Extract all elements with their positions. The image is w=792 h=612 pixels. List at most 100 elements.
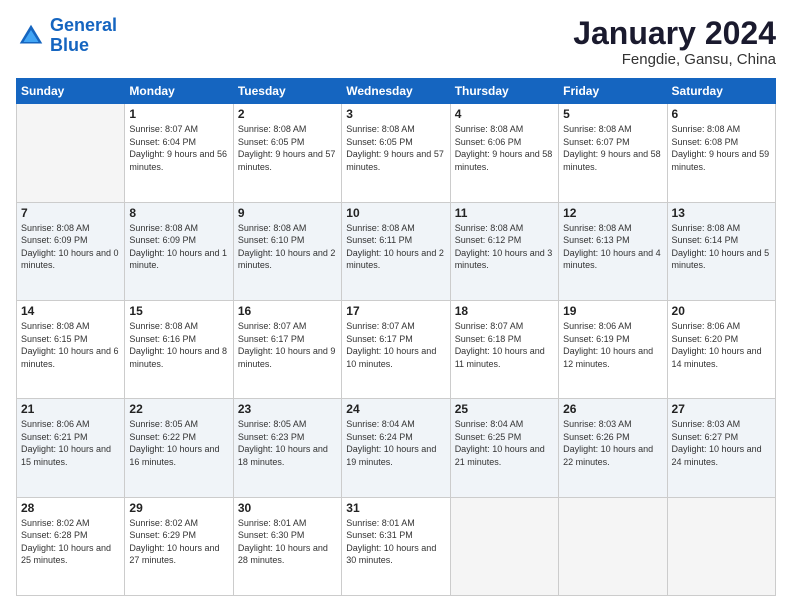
- day-number: 3: [346, 107, 445, 121]
- day-number: 24: [346, 402, 445, 416]
- logo-icon: [16, 21, 46, 51]
- col-saturday: Saturday: [667, 79, 775, 104]
- day-number: 26: [563, 402, 662, 416]
- day-info: Sunrise: 8:05 AMSunset: 6:23 PMDaylight:…: [238, 418, 337, 468]
- day-number: 16: [238, 304, 337, 318]
- logo-text: General Blue: [50, 16, 117, 56]
- day-info: Sunrise: 8:07 AMSunset: 6:04 PMDaylight:…: [129, 123, 228, 173]
- col-sunday: Sunday: [17, 79, 125, 104]
- day-number: 28: [21, 501, 120, 515]
- day-info: Sunrise: 8:08 AMSunset: 6:07 PMDaylight:…: [563, 123, 662, 173]
- day-info: Sunrise: 8:08 AMSunset: 6:12 PMDaylight:…: [455, 222, 554, 272]
- day-info: Sunrise: 8:08 AMSunset: 6:14 PMDaylight:…: [672, 222, 771, 272]
- day-info: Sunrise: 8:01 AMSunset: 6:31 PMDaylight:…: [346, 517, 445, 567]
- day-info: Sunrise: 8:08 AMSunset: 6:06 PMDaylight:…: [455, 123, 554, 173]
- day-info: Sunrise: 8:02 AMSunset: 6:29 PMDaylight:…: [129, 517, 228, 567]
- day-number: 5: [563, 107, 662, 121]
- page: General Blue January 2024 Fengdie, Gansu…: [0, 0, 792, 612]
- cell-w1-d2: 2 Sunrise: 8:08 AMSunset: 6:05 PMDaylight…: [233, 104, 341, 202]
- cell-w3-d5: 19 Sunrise: 8:06 AMSunset: 6:19 PMDayligh…: [559, 300, 667, 398]
- day-info: Sunrise: 8:07 AMSunset: 6:17 PMDaylight:…: [238, 320, 337, 370]
- day-number: 11: [455, 206, 554, 220]
- week-row-1: 1 Sunrise: 8:07 AMSunset: 6:04 PMDaylight…: [17, 104, 776, 202]
- cell-w3-d6: 20 Sunrise: 8:06 AMSunset: 6:20 PMDayligh…: [667, 300, 775, 398]
- day-number: 31: [346, 501, 445, 515]
- day-number: 2: [238, 107, 337, 121]
- cell-w5-d4: [450, 497, 558, 595]
- day-info: Sunrise: 8:08 AMSunset: 6:11 PMDaylight:…: [346, 222, 445, 272]
- cell-w4-d4: 25Sunrise: 8:04 AMSunset: 6:25 PMDayligh…: [450, 399, 558, 497]
- day-info: Sunrise: 8:05 AMSunset: 6:22 PMDaylight:…: [129, 418, 228, 468]
- day-number: 10: [346, 206, 445, 220]
- day-info: Sunrise: 8:06 AMSunset: 6:20 PMDaylight:…: [672, 320, 771, 370]
- day-info: Sunrise: 8:01 AMSunset: 6:30 PMDaylight:…: [238, 517, 337, 567]
- day-number: 21: [21, 402, 120, 416]
- day-number: 9: [238, 206, 337, 220]
- day-number: 15: [129, 304, 228, 318]
- cell-w4-d0: 21Sunrise: 8:06 AMSunset: 6:21 PMDayligh…: [17, 399, 125, 497]
- day-info: Sunrise: 8:08 AMSunset: 6:15 PMDaylight:…: [21, 320, 120, 370]
- day-number: 20: [672, 304, 771, 318]
- day-number: 25: [455, 402, 554, 416]
- day-info: Sunrise: 8:08 AMSunset: 6:16 PMDaylight:…: [129, 320, 228, 370]
- day-info: Sunrise: 8:08 AMSunset: 6:09 PMDaylight:…: [21, 222, 120, 272]
- day-number: 18: [455, 304, 554, 318]
- calendar-table: Sunday Monday Tuesday Wednesday Thursday…: [16, 78, 776, 596]
- col-monday: Monday: [125, 79, 233, 104]
- day-number: 4: [455, 107, 554, 121]
- day-number: 13: [672, 206, 771, 220]
- day-number: 29: [129, 501, 228, 515]
- day-number: 7: [21, 206, 120, 220]
- day-number: 14: [21, 304, 120, 318]
- cell-w1-d1: 1 Sunrise: 8:07 AMSunset: 6:04 PMDaylight…: [125, 104, 233, 202]
- day-info: Sunrise: 8:08 AMSunset: 6:13 PMDaylight:…: [563, 222, 662, 272]
- cell-w2-d1: 8Sunrise: 8:08 AMSunset: 6:09 PMDaylight…: [125, 202, 233, 300]
- day-number: 17: [346, 304, 445, 318]
- week-row-4: 21Sunrise: 8:06 AMSunset: 6:21 PMDayligh…: [17, 399, 776, 497]
- day-info: Sunrise: 8:03 AMSunset: 6:26 PMDaylight:…: [563, 418, 662, 468]
- cell-w2-d2: 9Sunrise: 8:08 AMSunset: 6:10 PMDaylight…: [233, 202, 341, 300]
- cell-w2-d0: 7 Sunrise: 8:08 AMSunset: 6:09 PMDaylight…: [17, 202, 125, 300]
- logo: General Blue: [16, 16, 117, 56]
- cell-w2-d5: 12 Sunrise: 8:08 AMSunset: 6:13 PMDayligh…: [559, 202, 667, 300]
- day-info: Sunrise: 8:06 AMSunset: 6:19 PMDaylight:…: [563, 320, 662, 370]
- day-number: 22: [129, 402, 228, 416]
- cell-w1-d6: 6Sunrise: 8:08 AMSunset: 6:08 PMDaylight…: [667, 104, 775, 202]
- cell-w2-d4: 11 Sunrise: 8:08 AMSunset: 6:12 PMDayligh…: [450, 202, 558, 300]
- cell-w4-d5: 26 Sunrise: 8:03 AMSunset: 6:26 PMDayligh…: [559, 399, 667, 497]
- cell-w5-d1: 29 Sunrise: 8:02 AMSunset: 6:29 PMDayligh…: [125, 497, 233, 595]
- day-number: 30: [238, 501, 337, 515]
- title-block: January 2024 Fengdie, Gansu, China: [573, 16, 776, 68]
- cell-w2-d6: 13 Sunrise: 8:08 AMSunset: 6:14 PMDayligh…: [667, 202, 775, 300]
- cell-w3-d0: 14 Sunrise: 8:08 AMSunset: 6:15 PMDayligh…: [17, 300, 125, 398]
- col-tuesday: Tuesday: [233, 79, 341, 104]
- day-info: Sunrise: 8:08 AMSunset: 6:05 PMDaylight:…: [346, 123, 445, 173]
- day-number: 23: [238, 402, 337, 416]
- col-wednesday: Wednesday: [342, 79, 450, 104]
- subtitle: Fengdie, Gansu, China: [573, 51, 776, 68]
- day-info: Sunrise: 8:07 AMSunset: 6:18 PMDaylight:…: [455, 320, 554, 370]
- cell-w5-d6: [667, 497, 775, 595]
- cell-w3-d4: 18 Sunrise: 8:07 AMSunset: 6:18 PMDayligh…: [450, 300, 558, 398]
- col-thursday: Thursday: [450, 79, 558, 104]
- week-row-5: 28Sunrise: 8:02 AMSunset: 6:28 PMDayligh…: [17, 497, 776, 595]
- cell-w5-d0: 28Sunrise: 8:02 AMSunset: 6:28 PMDayligh…: [17, 497, 125, 595]
- day-info: Sunrise: 8:07 AMSunset: 6:17 PMDaylight:…: [346, 320, 445, 370]
- cell-w4-d1: 22 Sunrise: 8:05 AMSunset: 6:22 PMDayligh…: [125, 399, 233, 497]
- day-number: 12: [563, 206, 662, 220]
- main-title: January 2024: [573, 16, 776, 51]
- cell-w5-d2: 30 Sunrise: 8:01 AMSunset: 6:30 PMDayligh…: [233, 497, 341, 595]
- day-info: Sunrise: 8:08 AMSunset: 6:05 PMDaylight:…: [238, 123, 337, 173]
- cell-w2-d3: 10 Sunrise: 8:08 AMSunset: 6:11 PMDayligh…: [342, 202, 450, 300]
- header-row: Sunday Monday Tuesday Wednesday Thursday…: [17, 79, 776, 104]
- day-number: 8: [129, 206, 228, 220]
- day-number: 19: [563, 304, 662, 318]
- cell-w1-d5: 5 Sunrise: 8:08 AMSunset: 6:07 PMDaylight…: [559, 104, 667, 202]
- day-info: Sunrise: 8:08 AMSunset: 6:08 PMDaylight:…: [672, 123, 771, 173]
- cell-w1-d3: 3 Sunrise: 8:08 AMSunset: 6:05 PMDaylight…: [342, 104, 450, 202]
- cell-w3-d3: 17 Sunrise: 8:07 AMSunset: 6:17 PMDayligh…: [342, 300, 450, 398]
- cell-w3-d1: 15 Sunrise: 8:08 AMSunset: 6:16 PMDayligh…: [125, 300, 233, 398]
- cell-w5-d5: [559, 497, 667, 595]
- cell-w3-d2: 16 Sunrise: 8:07 AMSunset: 6:17 PMDayligh…: [233, 300, 341, 398]
- day-number: 1: [129, 107, 228, 121]
